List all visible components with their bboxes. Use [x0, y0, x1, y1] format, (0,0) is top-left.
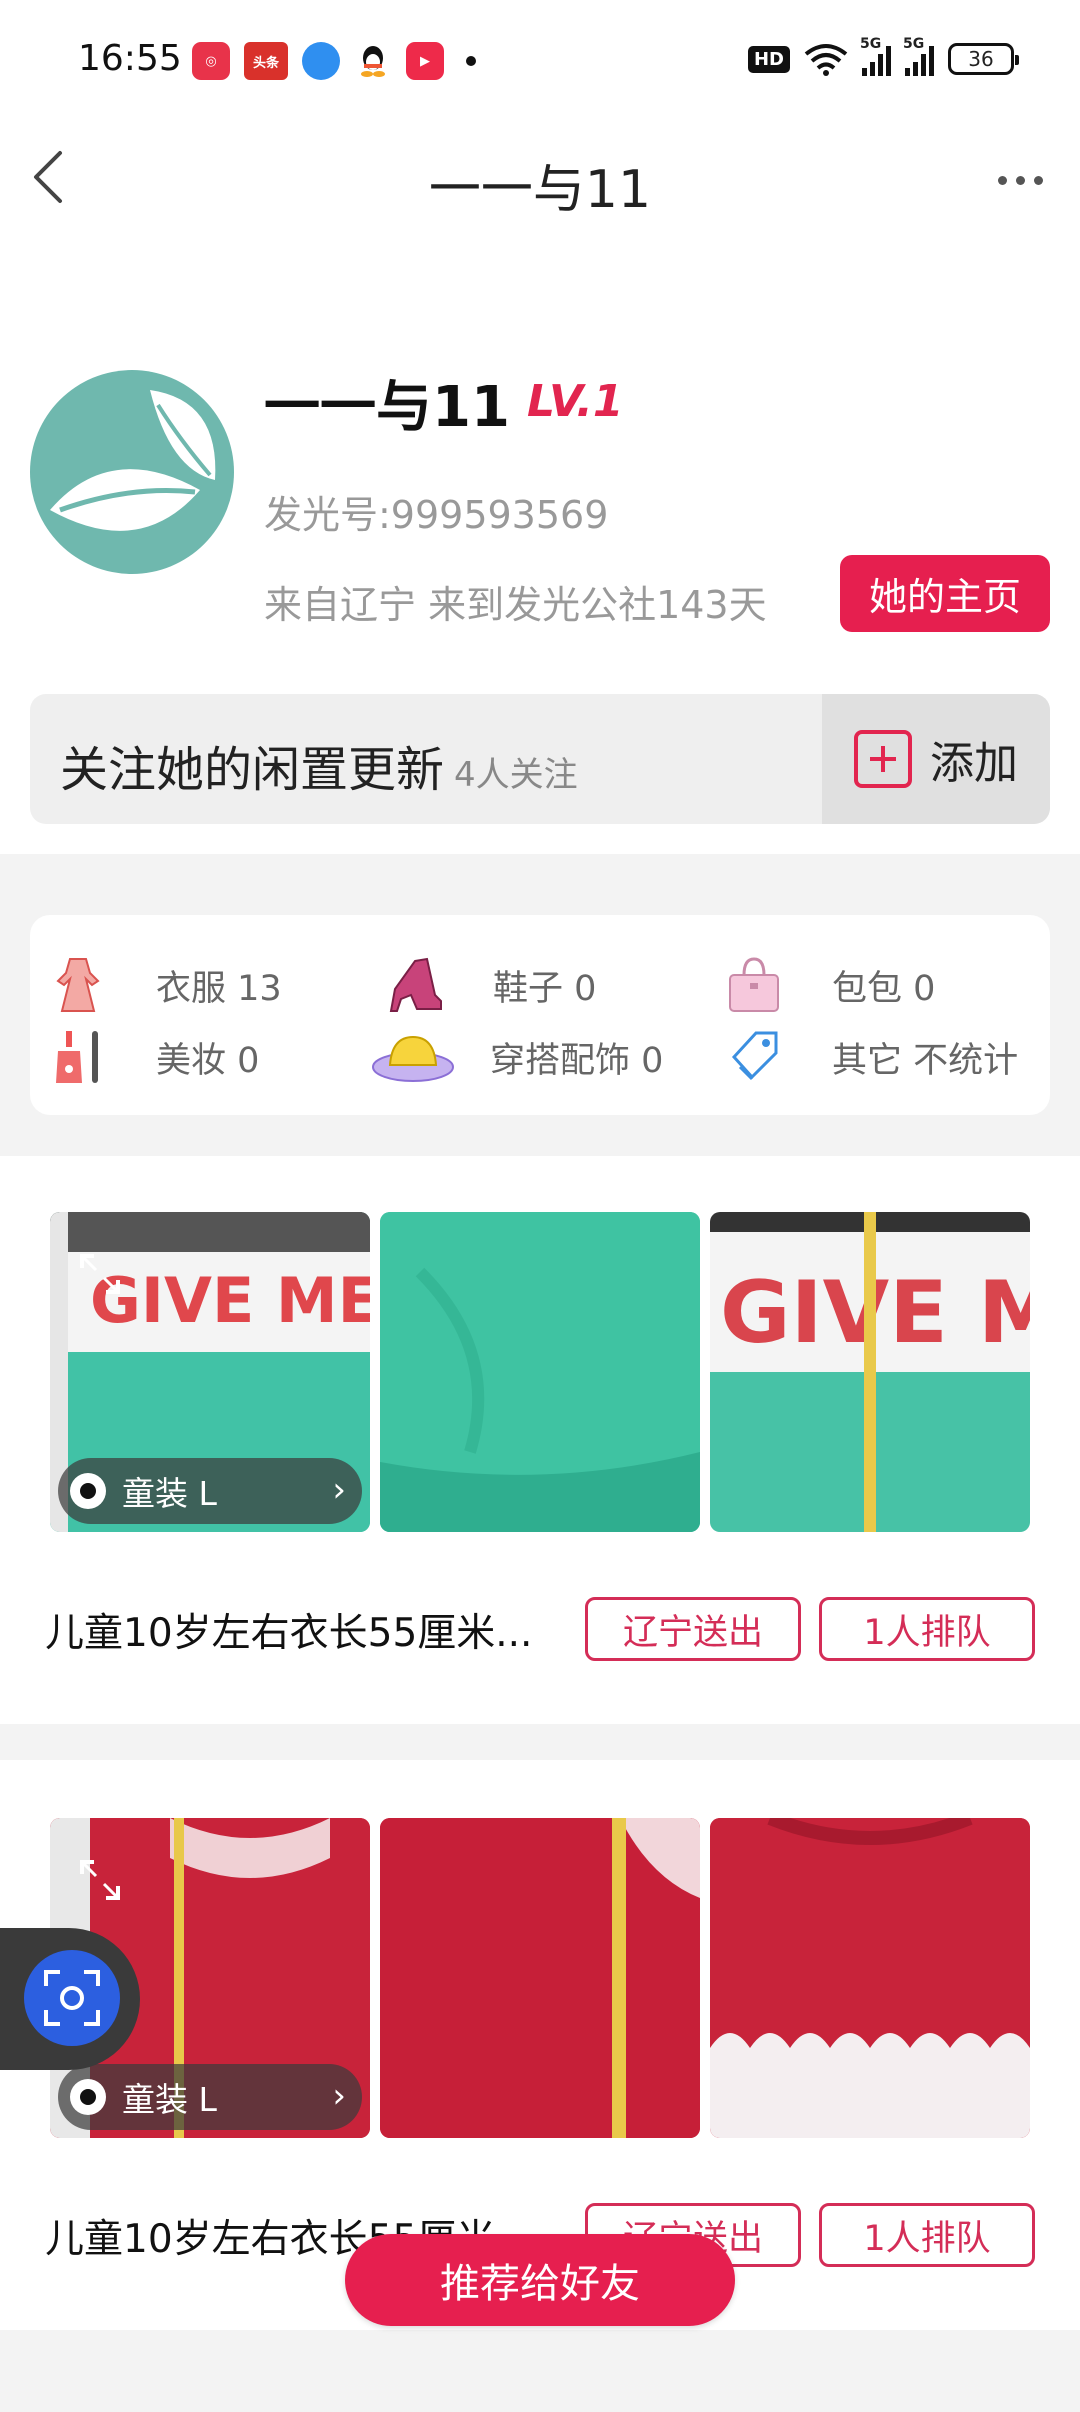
follow-label: 关注她的闲置更新: [60, 742, 445, 798]
status-bar: 16:55 ◎ 头条 ▶ HD 5G 5G 36: [0, 0, 1080, 125]
add-follow-button[interactable]: 添加: [822, 694, 1050, 824]
user-id: 发光号:999593569: [264, 493, 609, 537]
dot-icon: [997, 175, 1007, 185]
scan-button[interactable]: [24, 1950, 120, 2046]
app-notification-icon: ◎: [192, 42, 230, 80]
signal-icon: 5G: [860, 36, 891, 76]
level-badge: LV.1: [527, 376, 624, 427]
chevron-right-icon: ›: [332, 2076, 346, 2116]
avatar[interactable]: [30, 370, 234, 574]
category-bags[interactable]: 包包 0: [724, 955, 935, 1015]
item-photo[interactable]: [380, 1212, 700, 1532]
category-tag-pill[interactable]: 童装 L ›: [58, 2064, 362, 2130]
queue-button[interactable]: 1人排队: [819, 1597, 1035, 1661]
user-location-info: 来自辽宁 来到发光公社143天: [264, 583, 767, 627]
item-photo[interactable]: GIVE ME 5 童装 L ›: [50, 1212, 370, 1532]
section-divider: [0, 1724, 1080, 1760]
leaf-logo-icon: [50, 390, 216, 531]
follow-label-group: 关注她的闲置更新 4人关注: [60, 730, 578, 800]
hd-icon: HD: [747, 45, 790, 73]
battery-icon: 36: [948, 43, 1019, 75]
dot-icon: [1033, 175, 1043, 185]
tag-label: 童装 L: [122, 1474, 217, 1513]
category-tag-pill[interactable]: 童装 L ›: [58, 1458, 362, 1524]
video-app-icon: ▶: [406, 42, 444, 80]
queue-button[interactable]: 1人排队: [819, 2203, 1035, 2267]
status-right: HD 5G 5G 36: [747, 36, 1019, 76]
item-photo[interactable]: [710, 1818, 1030, 2138]
dot-icon: [1015, 175, 1025, 185]
notification-icons: ◎ 头条 ▶: [192, 42, 476, 80]
category-makeup[interactable]: 美妆 0: [48, 1027, 259, 1087]
follow-count: 4人关注: [454, 755, 578, 795]
category-shoes[interactable]: 鞋子 0: [385, 955, 596, 1015]
high-heel-icon: [385, 955, 445, 1015]
plus-icon: [854, 730, 912, 788]
category-accessories[interactable]: 穿搭配饰 0: [370, 1027, 663, 1087]
radio-icon: [70, 2079, 106, 2115]
red-sweater-pattern-image: [710, 1818, 1030, 2138]
cosmetics-icon: [48, 1027, 108, 1087]
chevron-right-icon: ›: [332, 1470, 346, 1510]
sweater-measure-image: GIVE ME: [710, 1212, 1030, 1532]
top-nav-bar: 一一与11: [0, 125, 1080, 235]
more-options-button[interactable]: [990, 165, 1050, 195]
radio-icon: [70, 1473, 106, 1509]
wifi-icon: [804, 44, 848, 76]
her-homepage-button[interactable]: 她的主页: [840, 555, 1050, 632]
camera-scan-icon: [44, 1970, 100, 2026]
svg-text:GIVE ME 5: GIVE ME 5: [90, 1264, 370, 1337]
expand-icon[interactable]: [78, 1252, 122, 1296]
follow-updates-bar: 关注她的闲置更新 4人关注 添加: [30, 694, 1050, 824]
profile-name: 一一与11: [264, 375, 510, 440]
qq-app-icon: [354, 42, 392, 80]
recommend-to-friends-button[interactable]: 推荐给好友: [345, 2234, 735, 2326]
hat-icon: [370, 1027, 456, 1087]
browser-app-icon: [302, 42, 340, 80]
tag-label: 童装 L: [122, 2080, 217, 2119]
handbag-icon: [724, 955, 784, 1015]
listing-card[interactable]: GIVE ME 5 童装 L › GIVE ME: [0, 1156, 1080, 1756]
more-notifications-dot: [466, 56, 476, 66]
dress-icon: [48, 955, 108, 1015]
item-title[interactable]: 儿童10岁左右衣长55厘米...: [45, 1602, 555, 1658]
category-clothes[interactable]: 衣服 13: [48, 955, 282, 1015]
sweater-detail-image: [380, 1212, 700, 1532]
signal-icon: 5G: [903, 36, 934, 76]
item-photo[interactable]: GIVE ME: [710, 1212, 1030, 1532]
listing-card[interactable]: 童装 L › 儿童10岁左右衣长55厘米 辽宁送出 1人排队: [0, 1760, 1080, 2300]
category-stats-card: 衣服 13 鞋子 0 包包 0 美妆 0 穿搭配饰 0 其它 不统计: [30, 915, 1050, 1115]
page-title: 一一与11: [428, 160, 652, 220]
tag-icon: [724, 1027, 784, 1087]
section-divider: [0, 2330, 1080, 2412]
category-other[interactable]: 其它 不统计: [724, 1027, 1018, 1087]
add-label: 添加: [930, 738, 1018, 789]
location-giveaway-button[interactable]: 辽宁送出: [585, 1597, 801, 1661]
toutiao-app-icon: 头条: [244, 42, 288, 80]
status-time: 16:55: [78, 38, 182, 79]
item-photo[interactable]: [380, 1818, 700, 2138]
expand-icon[interactable]: [78, 1858, 122, 1902]
red-sweater-measure-image: [380, 1818, 700, 2138]
